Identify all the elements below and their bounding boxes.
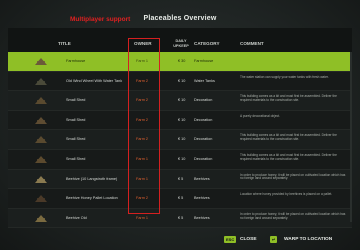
row-category: Decoration xyxy=(194,137,213,142)
row-title: Farmhouse xyxy=(66,59,86,63)
row-title: Beehive Honey Pallet Location xyxy=(66,196,118,201)
row-comment: This building comes as a kit and must fi… xyxy=(240,152,337,161)
table-header: TITLE OWNER DAILY UPKEEP CATEGORY COMMEN… xyxy=(8,36,352,50)
window-title: Placeables Overview xyxy=(143,15,217,22)
placeable-thumbnail-icon xyxy=(35,175,47,183)
placeable-thumbnail-icon xyxy=(35,116,47,124)
warp-to-location-button[interactable]: WARP TO LOCATION xyxy=(284,237,332,242)
row-comment: In order to produce honey, it will be pl… xyxy=(240,211,346,220)
row-title: Small Shed xyxy=(66,137,86,142)
placeable-thumbnail-icon xyxy=(35,195,47,203)
esc-key-hint: ESC xyxy=(224,236,237,243)
row-upkeep: € 5 xyxy=(178,176,184,181)
row-upkeep: € 5 xyxy=(178,215,184,220)
placeable-thumbnail-icon xyxy=(35,58,47,65)
col-upkeep[interactable]: DAILY UPKEEP xyxy=(172,39,190,48)
list-item[interactable]: Old Wind Wheel With Water Tank Farm 2 € 10… xyxy=(8,71,352,92)
list-item[interactable]: Beehive (10 Langstroth frame) Farm 1 € 5 Be… xyxy=(8,169,352,190)
col-title[interactable]: TITLE xyxy=(58,41,71,46)
list-item[interactable]: Farmhouse Farm 1 € 30 Farmhouse xyxy=(8,52,352,72)
row-comment: This building comes as a kit and must fi… xyxy=(240,94,337,102)
list-item[interactable]: Small Shed Farm 2 € 10 Decoration A purely d… xyxy=(8,110,352,131)
row-title: Small Shed xyxy=(66,98,86,103)
placeables-list: Farmhouse Farm 1 € 30 Farmhouse Old Wind Whe… xyxy=(8,52,352,229)
row-title: Small Shed xyxy=(66,117,86,122)
row-upkeep: € 10 xyxy=(178,98,186,103)
row-upkeep: € 5 xyxy=(178,196,184,201)
row-category: Water Tanks xyxy=(194,78,215,83)
row-comment: This building comes as a kit and must fi… xyxy=(240,133,337,142)
row-upkeep: € 30 xyxy=(178,59,186,63)
list-item[interactable]: Beehive Old Farm 1 € 5 Beehives In order to … xyxy=(8,208,352,229)
col-comment[interactable]: COMMENT xyxy=(240,41,264,46)
col-category[interactable]: CATEGORY xyxy=(194,41,220,46)
row-comment: In order to produce honey, it will be pl… xyxy=(240,172,346,181)
row-category: Beehives xyxy=(194,196,210,201)
row-title: Small Shed xyxy=(66,156,86,161)
row-category: Farmhouse xyxy=(194,59,214,63)
list-item[interactable]: Small Shed Farm 2 € 10 Decoration This build… xyxy=(8,130,352,150)
row-comment: The water station can supply your water … xyxy=(240,74,329,79)
placeable-thumbnail-icon xyxy=(35,77,47,85)
row-category: Beehives xyxy=(194,176,210,181)
row-upkeep: € 10 xyxy=(178,137,186,142)
multiplayer-annotation: Multiplayer support xyxy=(70,16,131,23)
row-title: Beehive (10 Langstroth frame) xyxy=(66,176,118,181)
row-comment: A purely decorational object. xyxy=(240,113,281,118)
row-category: Decoration xyxy=(194,98,213,103)
placeable-thumbnail-icon xyxy=(35,214,47,222)
row-category: Decoration xyxy=(194,156,213,161)
close-button[interactable]: CLOSE xyxy=(240,237,257,242)
row-owner: Farm 1 xyxy=(136,215,149,220)
scrollbar[interactable] xyxy=(350,52,352,222)
owner-highlight-box xyxy=(128,38,160,214)
enter-key-hint: ↵ xyxy=(270,236,278,243)
placeable-thumbnail-icon xyxy=(35,97,47,105)
list-item[interactable]: Small Shed Farm 2 € 10 Decoration This build… xyxy=(8,91,352,111)
row-upkeep: € 10 xyxy=(178,156,186,161)
row-upkeep: € 10 xyxy=(178,78,186,83)
row-upkeep: € 10 xyxy=(178,117,186,122)
row-title: Beehive Old xyxy=(66,215,87,220)
row-category: Decoration xyxy=(194,117,213,122)
row-category: Beehives xyxy=(194,215,210,220)
row-comment: Location where honey provided by beehive… xyxy=(240,192,333,197)
list-item[interactable]: Beehive Honey Pallet Location Farm 2 € 5 Be… xyxy=(8,189,352,209)
placeable-thumbnail-icon xyxy=(35,136,47,144)
footer-bar: ESC CLOSE ↵ WARP TO LOCATION xyxy=(0,230,360,250)
row-title: Old Wind Wheel With Water Tank xyxy=(66,78,123,83)
list-item[interactable]: Small Shed Farm 1 € 10 Decoration This build… xyxy=(8,149,352,170)
placeable-thumbnail-icon xyxy=(35,155,47,163)
